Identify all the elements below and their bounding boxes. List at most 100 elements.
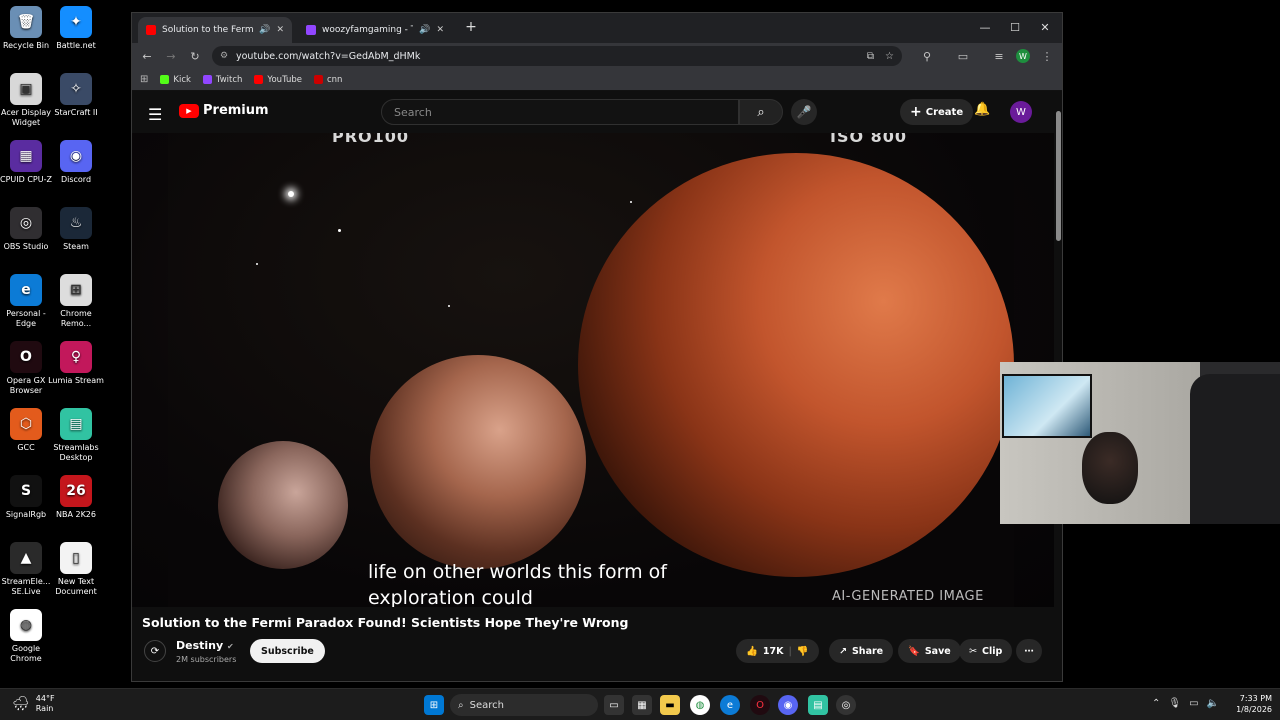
tab-close-icon[interactable]: ✕ — [436, 25, 444, 35]
channel-name-text: Destiny — [176, 639, 224, 652]
video-player[interactable]: PRO100 ISO 800 life on other worlds this… — [132, 133, 1054, 607]
desktop-icon[interactable]: ◉ Discord — [48, 140, 104, 185]
desktop-app-icon: S — [10, 475, 42, 507]
webcam-person — [1082, 432, 1138, 504]
hamburger-menu-icon[interactable]: ☰ — [148, 105, 162, 124]
address-bar[interactable]: ⚙ youtube.com/watch?v=GedAbM_dHMk ⧉ ☆ — [212, 46, 902, 66]
minimize-button[interactable]: — — [970, 13, 1000, 41]
desktop-icon[interactable]: e Personal - Edge — [0, 274, 54, 329]
site-info-icon[interactable]: ⚙ — [220, 51, 228, 61]
windows-start-icon[interactable]: ⊞ — [424, 695, 444, 715]
maximize-button[interactable]: ☐ — [1000, 13, 1030, 41]
close-window-button[interactable]: ✕ — [1030, 13, 1060, 41]
notifications-bell-icon[interactable]: 🔔 — [974, 102, 990, 117]
network-icon[interactable]: ▭ — [1189, 698, 1198, 709]
search-input[interactable]: Search — [381, 99, 739, 125]
profile-button[interactable]: W — [1014, 47, 1032, 65]
account-avatar[interactable]: W — [1010, 101, 1032, 123]
bookmark-star-icon[interactable]: ☆ — [885, 51, 894, 62]
clock[interactable]: 7:33 PM 1/8/2026 — [1236, 693, 1272, 715]
desktop-icon-label: Opera GX Browser — [6, 376, 46, 395]
channel-avatar[interactable]: ⟳ — [144, 640, 166, 662]
youtube-play-icon: ▶ — [179, 103, 199, 118]
desktop-app-icon: ▣ — [10, 73, 42, 105]
apps-grid-icon[interactable]: ⊞ — [140, 74, 148, 85]
desktop-app-icon: O — [10, 341, 42, 373]
youtube-header: ☰ ▶ Premium Search ⌕ 🎤 + Create 🔔 W — [132, 93, 1062, 133]
microphone-icon[interactable]: 🎤 — [791, 99, 817, 125]
caption-line: exploration could — [368, 587, 533, 607]
more-actions-button[interactable]: ⋯ — [1016, 639, 1042, 663]
desktop-icon[interactable]: ▯ New Text Document — [48, 542, 104, 597]
tab-twitch[interactable]: woozyfamgaming - Twitch 🔊 ✕ — [298, 17, 452, 43]
mic-tray-icon[interactable]: 🎙 — [1168, 698, 1181, 709]
desktop-icon[interactable]: ▲ StreamEle... SE.Live — [0, 542, 54, 597]
desktop-icon[interactable]: ◎ OBS Studio — [0, 207, 54, 252]
chrome-taskbar-icon[interactable]: ◍ — [690, 695, 710, 715]
profile-avatar: W — [1016, 49, 1030, 63]
webcam-chair — [1190, 374, 1280, 524]
widgets-icon[interactable]: ▦ — [632, 695, 652, 715]
discord-taskbar-icon[interactable]: ◉ — [778, 695, 798, 715]
scrollbar-thumb[interactable] — [1056, 111, 1061, 241]
extensions-icon[interactable]: ⚲ — [918, 47, 936, 65]
desktop-icon[interactable]: ♀ Lumia Stream — [48, 341, 104, 386]
side-panel-icon[interactable]: ▭ — [954, 47, 972, 65]
share-button[interactable]: ↗ Share — [829, 639, 894, 663]
media-control-icon[interactable]: ≡ — [990, 47, 1008, 65]
menu-dots-icon[interactable]: ⋮ — [1038, 47, 1056, 65]
desktop-icon[interactable]: ♨ Steam — [48, 207, 104, 252]
desktop-icon[interactable]: 🗑 Recycle Bin — [0, 6, 54, 51]
search-icon[interactable]: ⌕ — [739, 99, 783, 125]
task-view-icon[interactable]: ▭ — [604, 695, 624, 715]
weather-widget[interactable]: 🌧 44°F Rain — [12, 694, 55, 714]
desktop-icon[interactable]: ▣ Acer Display Widget — [0, 73, 54, 128]
thumbs-down-icon[interactable]: 👎 — [797, 646, 809, 657]
back-icon[interactable]: ← — [138, 47, 156, 65]
tab-youtube[interactable]: Solution to the Fermi Parad 🔊 ✕ — [138, 17, 292, 43]
channel-name[interactable]: Destiny ✔ — [176, 639, 234, 652]
streamlabs-taskbar-icon[interactable]: ▤ — [808, 695, 828, 715]
tab-close-icon[interactable]: ✕ — [276, 25, 284, 35]
desktop-icon[interactable]: ⊞ Chrome Remo... — [48, 274, 104, 329]
new-tab-button[interactable]: + — [456, 13, 486, 41]
cast-icon[interactable]: ⧉ — [867, 51, 874, 62]
webcam-overlay — [1000, 362, 1280, 524]
desktop-icon[interactable]: 26 NBA 2K26 — [48, 475, 104, 520]
like-button[interactable]: 👍 17K | 👎 — [736, 639, 819, 663]
browser-toolbar: ← → ↻ ⚙ youtube.com/watch?v=GedAbM_dHMk … — [132, 43, 1062, 69]
desktop-icon[interactable]: S SignalRgb — [0, 475, 54, 520]
webcam-tv — [1002, 374, 1092, 438]
create-button[interactable]: + Create — [900, 99, 974, 125]
clip-button[interactable]: ✂ Clip — [959, 639, 1013, 663]
bookmark-youtube[interactable]: YouTube — [254, 75, 302, 85]
file-explorer-icon[interactable]: ▬ — [660, 695, 680, 715]
bookmark-twitch[interactable]: Twitch — [202, 75, 242, 85]
forward-icon[interactable]: → — [162, 47, 180, 65]
desktop-icon[interactable]: ⬡ GCC — [0, 408, 54, 453]
scissors-icon: ✂ — [969, 645, 977, 657]
reload-icon[interactable]: ↻ — [186, 47, 204, 65]
desktop-icon[interactable]: ✧ StarCraft II — [48, 73, 104, 118]
ai-generated-tag: AI-GENERATED IMAGE — [832, 589, 984, 604]
desktop-icon[interactable]: ▤ Streamlabs Desktop — [48, 408, 104, 463]
speaker-icon: 🔊 — [419, 25, 431, 35]
opera-gx-taskbar-icon[interactable]: O — [750, 695, 770, 715]
bookmark-kick[interactable]: Kick — [160, 75, 191, 85]
youtube-logo[interactable]: ▶ Premium — [179, 103, 269, 118]
speaker-icon: 🔊 — [259, 25, 271, 35]
edge-taskbar-icon[interactable]: e — [720, 695, 740, 715]
video-sub-mark: ▶ 2 — [372, 605, 392, 607]
save-button[interactable]: 🔖 Save — [898, 639, 961, 663]
subscribe-button[interactable]: Subscribe — [250, 639, 325, 663]
taskbar-search[interactable]: ⌕ Search — [450, 694, 598, 716]
desktop-icon[interactable]: ▦ CPUID CPU-Z — [0, 140, 54, 185]
desktop-icon-label: GCC — [17, 443, 35, 452]
bookmark-cnn[interactable]: cnn — [314, 75, 342, 85]
volume-icon[interactable]: 🔈 — [1207, 698, 1219, 709]
desktop-icon[interactable]: ◍ Google Chrome — [0, 609, 54, 664]
desktop-icon[interactable]: ✦ Battle.net — [48, 6, 104, 51]
chevron-up-icon[interactable]: ⌃ — [1152, 698, 1160, 709]
obs-taskbar-icon[interactable]: ◎ — [836, 695, 856, 715]
desktop-icon[interactable]: O Opera GX Browser — [0, 341, 54, 396]
